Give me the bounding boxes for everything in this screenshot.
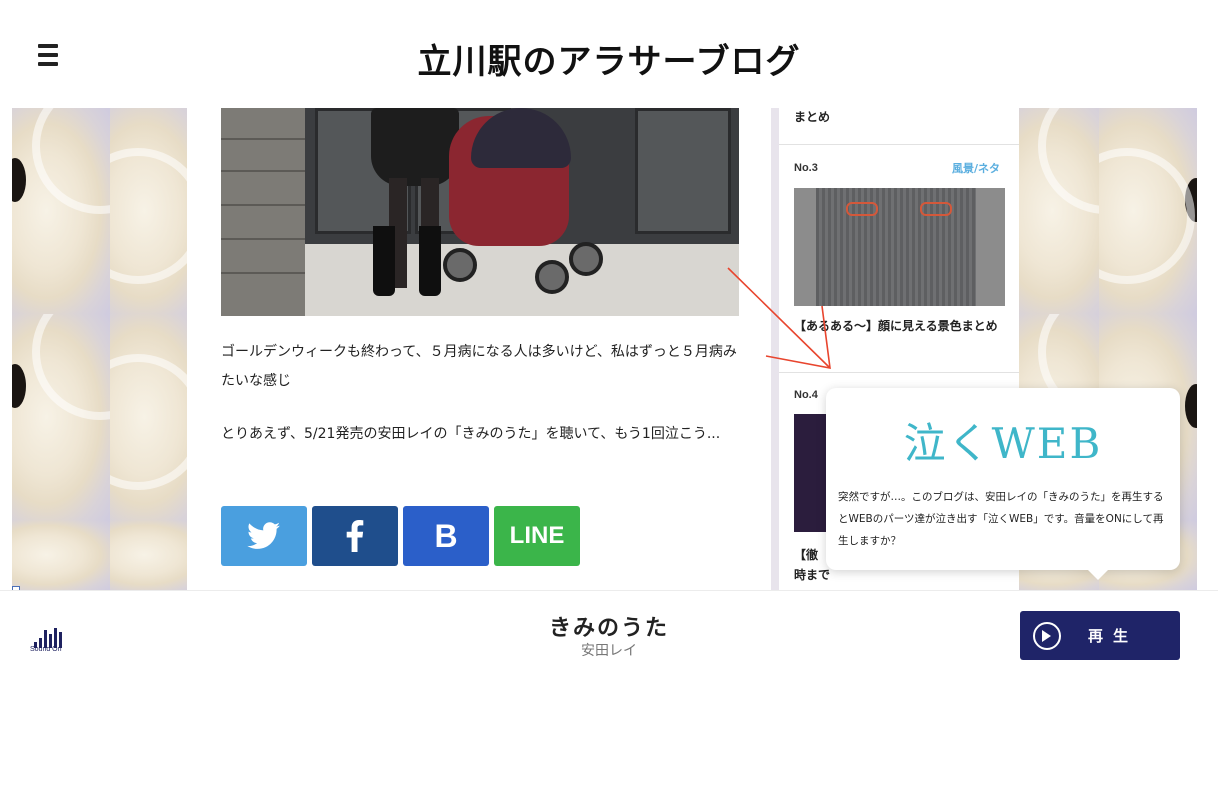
cry-web-popup[interactable]: 泣くWEB 突然ですが…。このブログは、安田レイの「きみのうた」を再生するとWE… [826,388,1180,580]
ranking-thumbnail[interactable] [794,188,1005,306]
ranking-thumbnail[interactable] [794,414,830,532]
article-paragraph: とりあえず、5/21発売の安田レイの「きみのうた」を聴いて、もう1回泣こう... [221,426,721,442]
popup-message: 突然ですが…。このブログは、安田レイの「きみのうた」を再生するとWEBのパーツ達… [838,491,1164,547]
site-title[interactable]: 立川駅のアラサーブログ [0,34,1218,83]
line-share-button[interactable]: LINE [494,506,580,566]
twitter-share-button[interactable] [221,506,307,566]
background-tile [1099,108,1197,314]
hatena-bookmark-share-button[interactable]: B [403,506,489,566]
ranking-number: No.4 [794,389,818,401]
twitter-bird-icon [247,522,280,549]
ranking-item-title-fragment[interactable]: まとめ [794,108,830,125]
article-photo [221,108,739,316]
play-button-label: 再生 [1088,627,1139,645]
ranking-item-title-fragment[interactable]: 【徹 [794,546,818,563]
facebook-share-button[interactable] [312,506,398,566]
cry-web-logo: 泣くWEB [903,419,1103,468]
ranking-category[interactable]: 風景/ネタ [952,160,1000,176]
ranking-number: No.3 [794,162,818,174]
sidebar-divider [779,144,1019,145]
background-tile [12,314,110,520]
sidebar-divider [779,372,1019,373]
article-paragraph: ゴールデンウィークも終わって、５月病になる人は多いけど、私はずっと５月病みたいな… [221,344,737,389]
background-tile [12,108,110,314]
play-button[interactable]: 再生 [1020,611,1180,660]
ranking-item-title[interactable]: 【あるある〜】顔に見える景色まとめ [794,316,1008,336]
background-tile [12,520,110,590]
ranking-item-title-fragment[interactable]: 時まで [794,566,830,583]
site-header: 立川駅のアラサーブログ [0,0,1218,108]
hatena-label: B [434,517,458,554]
facebook-f-icon [346,520,364,552]
line-label: LINE [509,522,565,549]
